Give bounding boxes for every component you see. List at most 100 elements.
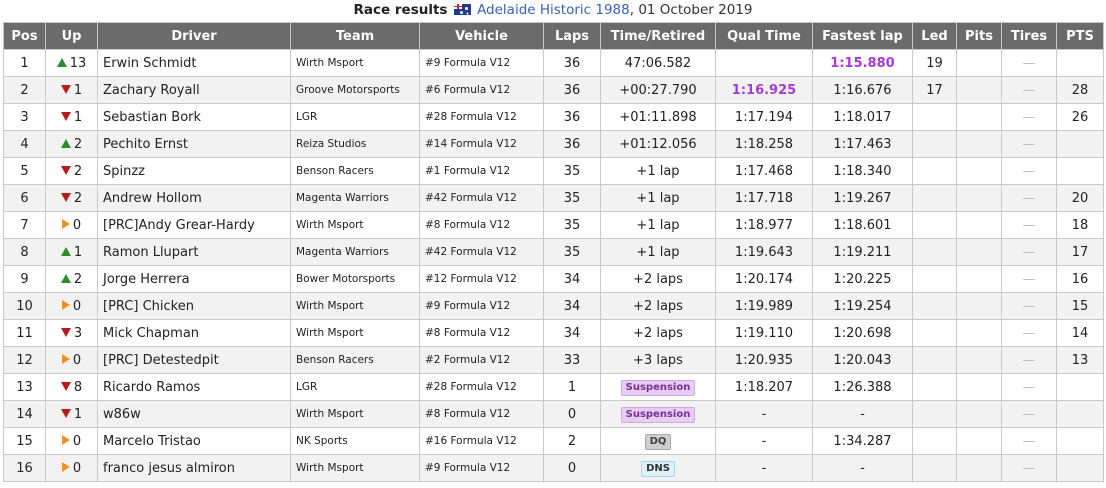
driver-cell[interactable]: Ramon Llupart <box>97 238 291 266</box>
pos-text: 4 <box>20 136 29 152</box>
tires-text: — <box>1022 217 1036 233</box>
time-text: +1 lap <box>636 244 680 260</box>
arrow-right-icon <box>61 461 70 472</box>
header-vehicle[interactable]: Vehicle <box>419 22 544 50</box>
header-laps[interactable]: Laps <box>543 22 601 50</box>
track-link[interactable]: Adelaide Historic 1988 <box>477 2 630 18</box>
team-name: LGR <box>296 111 318 123</box>
header-led[interactable]: Led <box>912 22 957 50</box>
driver-cell[interactable]: Zachary Royall <box>97 76 291 104</box>
driver-cell[interactable]: Andrew Hollom <box>97 184 291 212</box>
status-badge: DNS <box>641 460 675 477</box>
laps-text: 36 <box>563 136 581 152</box>
tires-cell: — <box>1001 49 1057 77</box>
driver-name: Andrew Hollom <box>103 190 202 206</box>
header-driver[interactable]: Driver <box>97 22 291 50</box>
vehicle-cell: #9 Formula V12 <box>419 454 544 482</box>
driver-cell[interactable]: [PRC]Andy Grear-Hardy <box>97 211 291 239</box>
tires-cell: — <box>1001 76 1057 104</box>
driver-cell[interactable]: Mick Chapman <box>97 319 291 347</box>
pos-cell: 16 <box>3 454 46 482</box>
change-text: 2 <box>73 190 83 206</box>
header-tires[interactable]: Tires <box>1001 22 1057 50</box>
led-cell <box>912 184 957 212</box>
tires-cell: — <box>1001 427 1057 455</box>
laps-text: 35 <box>563 217 581 233</box>
pos-cell: 1 <box>3 49 46 77</box>
led-cell <box>912 292 957 320</box>
vehicle-cell: #12 Formula V12 <box>419 265 544 293</box>
pts-cell: 28 <box>1056 76 1104 104</box>
vehicle-name: #42 Formula V12 <box>425 192 517 204</box>
pos-cell: 8 <box>3 238 46 266</box>
driver-cell[interactable]: [PRC] Chicken <box>97 292 291 320</box>
fastest-lap-cell: - <box>812 400 913 428</box>
pos-cell: 4 <box>3 130 46 158</box>
fastest-lap-cell: 1:20.698 <box>812 319 913 347</box>
led-cell <box>912 265 957 293</box>
header-fastest-lap[interactable]: Fastest lap <box>812 22 913 50</box>
pos-text: 8 <box>20 244 29 260</box>
pts-text: 15 <box>1071 298 1089 314</box>
change-text: 2 <box>73 271 83 287</box>
qual-text: - <box>761 460 767 476</box>
driver-cell[interactable]: Spinzz <box>97 157 291 185</box>
header-pos[interactable]: Pos <box>3 22 46 50</box>
time-cell: DNS <box>600 454 716 482</box>
driver-cell[interactable]: Ricardo Ramos <box>97 373 291 401</box>
driver-cell[interactable]: Sebastian Bork <box>97 103 291 131</box>
laps-cell: 0 <box>543 454 601 482</box>
laps-cell: 36 <box>543 76 601 104</box>
pts-cell: 26 <box>1056 103 1104 131</box>
change-text: 0 <box>72 460 82 476</box>
qual-cell: 1:19.989 <box>715 292 813 320</box>
team-name: Wirth Msport <box>296 462 364 474</box>
header-pits[interactable]: Pits <box>956 22 1002 50</box>
header-time-retired[interactable]: Time/Retired <box>600 22 716 50</box>
pos-text: 2 <box>20 82 29 98</box>
tires-cell: — <box>1001 454 1057 482</box>
driver-cell[interactable]: Erwin Schmidt <box>97 49 291 77</box>
tires-text: — <box>1022 271 1036 287</box>
table-row: 11 3 Mick Chapman Wirth Msport #8 Formula V1… <box>3 319 1104 347</box>
header-qual-time[interactable]: Qual Time <box>715 22 813 50</box>
arrow-down-icon <box>60 327 71 337</box>
change-text: 1 <box>73 244 83 260</box>
pts-text: 14 <box>1071 325 1089 341</box>
laps-cell: 35 <box>543 184 601 212</box>
header-pts[interactable]: PTS <box>1056 22 1104 50</box>
time-text: +2 laps <box>633 325 683 341</box>
vehicle-cell: #6 Formula V12 <box>419 76 544 104</box>
pos-text: 12 <box>16 352 33 368</box>
header-up[interactable]: Up <box>45 22 98 50</box>
team-cell: Benson Racers <box>290 346 420 374</box>
qual-text: 1:18.977 <box>734 217 794 233</box>
driver-cell[interactable]: Marcelo Tristao <box>97 427 291 455</box>
qual-cell <box>715 49 813 77</box>
laps-text: 34 <box>563 325 581 341</box>
tires-cell: — <box>1001 400 1057 428</box>
header-team[interactable]: Team <box>290 22 420 50</box>
driver-cell[interactable]: franco jesus almiron <box>97 454 291 482</box>
pos-text: 16 <box>16 460 33 476</box>
team-cell: Wirth Msport <box>290 400 420 428</box>
driver-cell[interactable]: w86w <box>97 400 291 428</box>
vehicle-cell: #42 Formula V12 <box>419 238 544 266</box>
team-cell: Wirth Msport <box>290 319 420 347</box>
driver-cell[interactable]: [PRC] Detestedpit <box>97 346 291 374</box>
time-cell: +1 lap <box>600 184 716 212</box>
fastest-text: 1:18.017 <box>833 109 892 125</box>
team-name: Wirth Msport <box>296 57 364 69</box>
driver-cell[interactable]: Jorge Herrera <box>97 265 291 293</box>
fastest-text: 1:19.254 <box>833 298 892 314</box>
laps-cell: 36 <box>543 130 601 158</box>
fastest-lap-cell: 1:26.388 <box>812 373 913 401</box>
driver-cell[interactable]: Pechito Ernst <box>97 130 291 158</box>
change-text: 1 <box>73 406 83 422</box>
pts-cell <box>1056 130 1104 158</box>
pts-text: 28 <box>1071 82 1089 98</box>
time-cell: +2 laps <box>600 319 716 347</box>
pts-cell: 18 <box>1056 211 1104 239</box>
vehicle-name: #8 Formula V12 <box>425 327 511 339</box>
vehicle-cell: #42 Formula V12 <box>419 184 544 212</box>
